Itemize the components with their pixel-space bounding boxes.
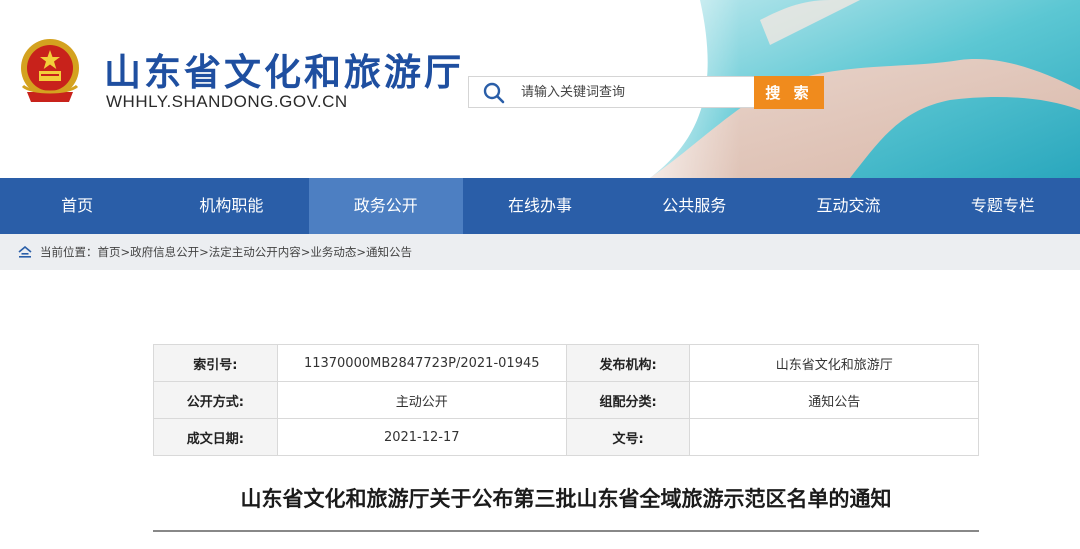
category-label: 组配分类: (565, 381, 691, 419)
document-meta-table: 索引号: 11370000MB2847723P/2021-01945 发布机构:… (153, 344, 979, 456)
search-button[interactable]: 搜 索 (754, 76, 824, 109)
nav-item-interaction[interactable]: 互动交流 (771, 178, 925, 234)
nav-item-home[interactable]: 首页 (0, 178, 154, 234)
national-emblem-icon (21, 39, 79, 102)
docno-value (689, 418, 979, 456)
article-title: 山东省文化和旅游厅关于公布第三批山东省全域旅游示范区名单的通知 (240, 487, 892, 511)
nav-item-online-services[interactable]: 在线办事 (463, 178, 617, 234)
date-value: 2021-12-17 (276, 418, 567, 456)
main-nav: 首页 机构职能 政务公开 在线办事 公共服务 互动交流 专题专栏 (0, 178, 1080, 234)
docno-label: 文号: (565, 418, 691, 456)
publisher-value: 山东省文化和旅游厅 (689, 344, 979, 382)
nav-item-government-affairs[interactable]: 政务公开 (308, 178, 463, 234)
nav-item-organization[interactable]: 机构职能 (154, 178, 308, 234)
table-row: 成文日期: 2021-12-17 文号: (153, 418, 979, 456)
breadcrumb: 当前位置：首页>政府信息公开>法定主动公开内容>业务动态>通知公告 (0, 234, 1080, 270)
category-value: 通知公告 (689, 381, 979, 419)
site-name[interactable]: 山东省文化和旅游厅 (104, 42, 464, 96)
search-icon (483, 82, 505, 104)
index-value: 11370000MB2847723P/2021-01945 (276, 344, 567, 382)
index-label: 索引号: (153, 344, 278, 382)
home-icon (18, 246, 32, 258)
date-label: 成文日期: (153, 418, 278, 456)
breadcrumb-text[interactable]: 当前位置：首页>政府信息公开>法定主动公开内容>业务动态>通知公告 (40, 244, 412, 260)
title-divider (153, 530, 979, 532)
nav-item-public-services[interactable]: 公共服务 (617, 178, 771, 234)
search-input[interactable] (521, 77, 751, 107)
publisher-label: 发布机构: (565, 344, 691, 382)
search-box (468, 76, 755, 108)
site-header: 山东省文化和旅游厅 WHHLY.SHANDONG.GOV.CN 搜 索 (0, 0, 1080, 178)
nav-item-special-topics[interactable]: 专题专栏 (926, 178, 1080, 234)
table-row: 索引号: 11370000MB2847723P/2021-01945 发布机构:… (153, 344, 979, 382)
disclosure-value: 主动公开 (276, 381, 567, 419)
site-domain: WHHLY.SHANDONG.GOV.CN (106, 92, 348, 111)
disclosure-label: 公开方式: (153, 381, 278, 419)
table-row: 公开方式: 主动公开 组配分类: 通知公告 (153, 381, 979, 419)
